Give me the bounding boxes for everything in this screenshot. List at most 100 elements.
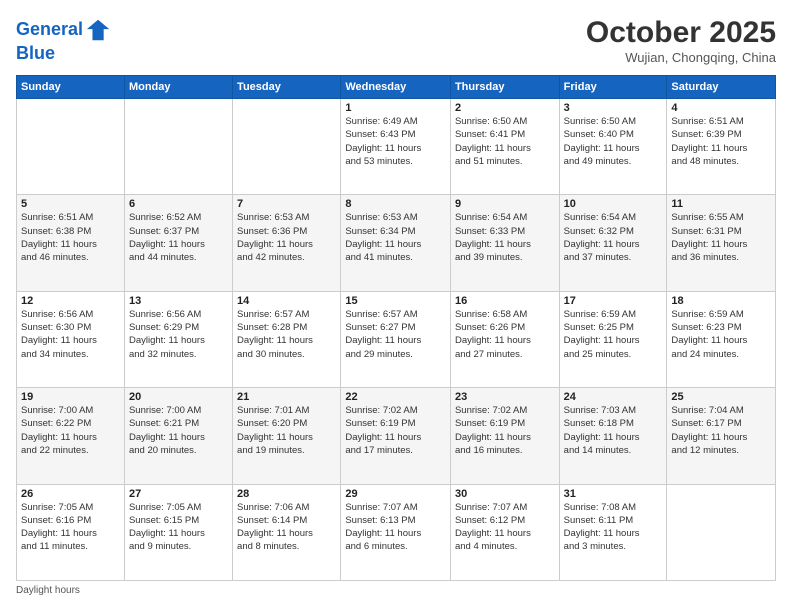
day-number: 19 <box>21 391 120 403</box>
day-number: 22 <box>345 391 446 403</box>
day-number: 6 <box>129 198 228 210</box>
day-info: Sunrise: 6:56 AM Sunset: 6:29 PM Dayligh… <box>129 308 228 361</box>
day-info: Sunrise: 7:04 AM Sunset: 6:17 PM Dayligh… <box>671 404 771 457</box>
logo: General Blue <box>16 16 113 64</box>
day-number: 30 <box>455 488 555 500</box>
day-cell: 6Sunrise: 6:52 AM Sunset: 6:37 PM Daylig… <box>124 195 232 291</box>
day-cell: 26Sunrise: 7:05 AM Sunset: 6:16 PM Dayli… <box>17 484 125 580</box>
day-info: Sunrise: 7:00 AM Sunset: 6:22 PM Dayligh… <box>21 404 120 457</box>
month-title: October 2025 <box>586 16 776 50</box>
day-number: 3 <box>564 102 663 114</box>
day-number: 26 <box>21 488 120 500</box>
day-cell: 22Sunrise: 7:02 AM Sunset: 6:19 PM Dayli… <box>341 388 451 484</box>
day-info: Sunrise: 7:01 AM Sunset: 6:20 PM Dayligh… <box>237 404 336 457</box>
week-row-0: 1Sunrise: 6:49 AM Sunset: 6:43 PM Daylig… <box>17 99 776 195</box>
day-number: 25 <box>671 391 771 403</box>
day-cell: 9Sunrise: 6:54 AM Sunset: 6:33 PM Daylig… <box>450 195 559 291</box>
day-cell: 20Sunrise: 7:00 AM Sunset: 6:21 PM Dayli… <box>124 388 232 484</box>
day-number: 28 <box>237 488 336 500</box>
day-info: Sunrise: 6:53 AM Sunset: 6:36 PM Dayligh… <box>237 211 336 264</box>
day-number: 5 <box>21 198 120 210</box>
day-cell: 17Sunrise: 6:59 AM Sunset: 6:25 PM Dayli… <box>559 291 667 387</box>
day-cell: 5Sunrise: 6:51 AM Sunset: 6:38 PM Daylig… <box>17 195 125 291</box>
day-number: 31 <box>564 488 663 500</box>
day-cell: 29Sunrise: 7:07 AM Sunset: 6:13 PM Dayli… <box>341 484 451 580</box>
day-cell: 8Sunrise: 6:53 AM Sunset: 6:34 PM Daylig… <box>341 195 451 291</box>
day-number: 24 <box>564 391 663 403</box>
col-header-saturday: Saturday <box>667 76 776 99</box>
day-info: Sunrise: 7:07 AM Sunset: 6:12 PM Dayligh… <box>455 501 555 554</box>
day-number: 12 <box>21 295 120 307</box>
day-number: 8 <box>345 198 446 210</box>
logo-text: General <box>16 20 83 40</box>
day-cell: 19Sunrise: 7:00 AM Sunset: 6:22 PM Dayli… <box>17 388 125 484</box>
day-info: Sunrise: 7:05 AM Sunset: 6:16 PM Dayligh… <box>21 501 120 554</box>
day-cell: 23Sunrise: 7:02 AM Sunset: 6:19 PM Dayli… <box>450 388 559 484</box>
day-number: 10 <box>564 198 663 210</box>
day-number: 17 <box>564 295 663 307</box>
day-cell: 25Sunrise: 7:04 AM Sunset: 6:17 PM Dayli… <box>667 388 776 484</box>
col-header-thursday: Thursday <box>450 76 559 99</box>
day-info: Sunrise: 6:58 AM Sunset: 6:26 PM Dayligh… <box>455 308 555 361</box>
col-header-tuesday: Tuesday <box>233 76 341 99</box>
day-cell: 28Sunrise: 7:06 AM Sunset: 6:14 PM Dayli… <box>233 484 341 580</box>
logo-text2: Blue <box>16 43 55 63</box>
day-number: 23 <box>455 391 555 403</box>
day-info: Sunrise: 6:51 AM Sunset: 6:38 PM Dayligh… <box>21 211 120 264</box>
day-cell: 10Sunrise: 6:54 AM Sunset: 6:32 PM Dayli… <box>559 195 667 291</box>
day-info: Sunrise: 6:56 AM Sunset: 6:30 PM Dayligh… <box>21 308 120 361</box>
col-header-wednesday: Wednesday <box>341 76 451 99</box>
day-info: Sunrise: 6:52 AM Sunset: 6:37 PM Dayligh… <box>129 211 228 264</box>
day-number: 11 <box>671 198 771 210</box>
week-row-3: 19Sunrise: 7:00 AM Sunset: 6:22 PM Dayli… <box>17 388 776 484</box>
day-number: 18 <box>671 295 771 307</box>
location: Wujian, Chongqing, China <box>586 50 776 65</box>
day-cell: 2Sunrise: 6:50 AM Sunset: 6:41 PM Daylig… <box>450 99 559 195</box>
week-row-2: 12Sunrise: 6:56 AM Sunset: 6:30 PM Dayli… <box>17 291 776 387</box>
day-info: Sunrise: 6:57 AM Sunset: 6:28 PM Dayligh… <box>237 308 336 361</box>
col-header-sunday: Sunday <box>17 76 125 99</box>
day-info: Sunrise: 7:08 AM Sunset: 6:11 PM Dayligh… <box>564 501 663 554</box>
day-cell <box>17 99 125 195</box>
day-info: Sunrise: 6:49 AM Sunset: 6:43 PM Dayligh… <box>345 115 446 168</box>
day-info: Sunrise: 7:06 AM Sunset: 6:14 PM Dayligh… <box>237 501 336 554</box>
day-cell <box>233 99 341 195</box>
day-number: 20 <box>129 391 228 403</box>
logo-icon <box>85 16 113 44</box>
header: General Blue October 2025 Wujian, Chongq… <box>16 16 776 65</box>
day-cell: 13Sunrise: 6:56 AM Sunset: 6:29 PM Dayli… <box>124 291 232 387</box>
day-info: Sunrise: 7:07 AM Sunset: 6:13 PM Dayligh… <box>345 501 446 554</box>
day-number: 16 <box>455 295 555 307</box>
day-number: 14 <box>237 295 336 307</box>
day-number: 2 <box>455 102 555 114</box>
calendar: SundayMondayTuesdayWednesdayThursdayFrid… <box>16 75 776 581</box>
day-cell: 30Sunrise: 7:07 AM Sunset: 6:12 PM Dayli… <box>450 484 559 580</box>
day-cell: 21Sunrise: 7:01 AM Sunset: 6:20 PM Dayli… <box>233 388 341 484</box>
day-info: Sunrise: 7:03 AM Sunset: 6:18 PM Dayligh… <box>564 404 663 457</box>
calendar-header-row: SundayMondayTuesdayWednesdayThursdayFrid… <box>17 76 776 99</box>
day-number: 13 <box>129 295 228 307</box>
day-info: Sunrise: 6:59 AM Sunset: 6:25 PM Dayligh… <box>564 308 663 361</box>
col-header-monday: Monday <box>124 76 232 99</box>
day-number: 29 <box>345 488 446 500</box>
day-info: Sunrise: 7:02 AM Sunset: 6:19 PM Dayligh… <box>455 404 555 457</box>
day-cell: 12Sunrise: 6:56 AM Sunset: 6:30 PM Dayli… <box>17 291 125 387</box>
week-row-4: 26Sunrise: 7:05 AM Sunset: 6:16 PM Dayli… <box>17 484 776 580</box>
day-cell: 4Sunrise: 6:51 AM Sunset: 6:39 PM Daylig… <box>667 99 776 195</box>
day-info: Sunrise: 7:00 AM Sunset: 6:21 PM Dayligh… <box>129 404 228 457</box>
day-number: 1 <box>345 102 446 114</box>
day-info: Sunrise: 6:55 AM Sunset: 6:31 PM Dayligh… <box>671 211 771 264</box>
title-block: October 2025 Wujian, Chongqing, China <box>586 16 776 65</box>
day-number: 4 <box>671 102 771 114</box>
day-cell: 11Sunrise: 6:55 AM Sunset: 6:31 PM Dayli… <box>667 195 776 291</box>
day-cell: 16Sunrise: 6:58 AM Sunset: 6:26 PM Dayli… <box>450 291 559 387</box>
day-info: Sunrise: 6:50 AM Sunset: 6:40 PM Dayligh… <box>564 115 663 168</box>
day-info: Sunrise: 6:54 AM Sunset: 6:32 PM Dayligh… <box>564 211 663 264</box>
day-number: 15 <box>345 295 446 307</box>
day-number: 9 <box>455 198 555 210</box>
day-cell: 7Sunrise: 6:53 AM Sunset: 6:36 PM Daylig… <box>233 195 341 291</box>
day-cell <box>124 99 232 195</box>
day-cell: 24Sunrise: 7:03 AM Sunset: 6:18 PM Dayli… <box>559 388 667 484</box>
day-cell: 18Sunrise: 6:59 AM Sunset: 6:23 PM Dayli… <box>667 291 776 387</box>
day-cell: 1Sunrise: 6:49 AM Sunset: 6:43 PM Daylig… <box>341 99 451 195</box>
